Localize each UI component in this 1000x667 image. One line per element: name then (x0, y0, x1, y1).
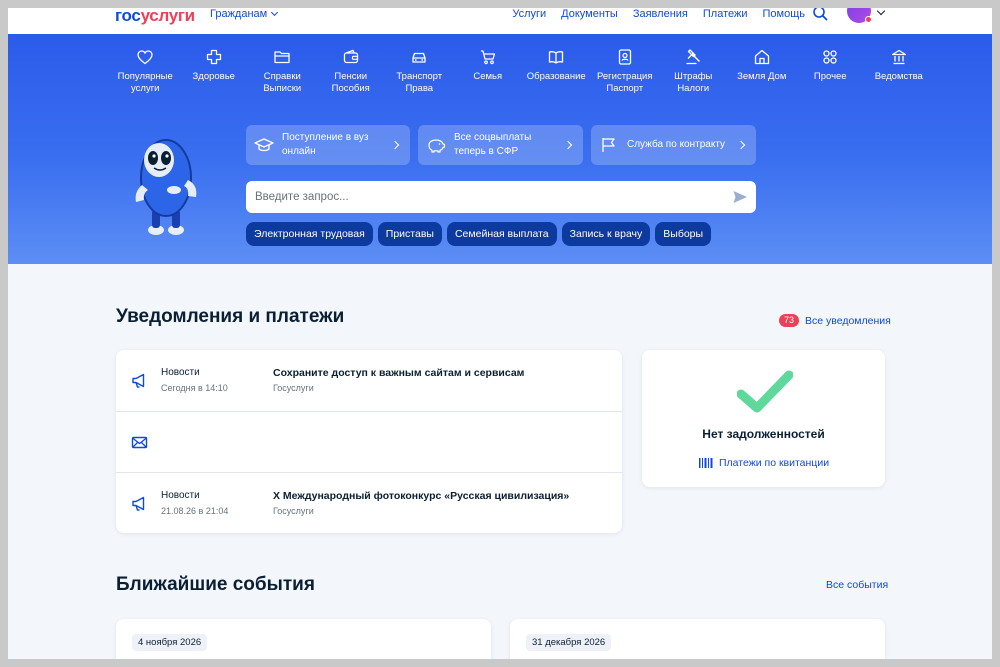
chip-elections[interactable]: Выборы (655, 222, 712, 246)
health-cross-icon (205, 48, 223, 66)
grid-icon (821, 48, 839, 66)
nav-applications[interactable]: Заявления (633, 8, 688, 20)
megaphone-icon (132, 496, 145, 511)
graduation-cap-icon (254, 138, 274, 152)
wallet-icon (342, 48, 360, 66)
quick-link-social-payments[interactable]: Все соцвыплаты теперь в СФР (418, 125, 583, 165)
chip-family-payment[interactable]: Семейная выплата (446, 222, 557, 246)
notifications-list: Новости Сегодня в 14:10 Сохраните доступ… (116, 350, 622, 533)
event-card[interactable]: 31 декабря 2026 (510, 619, 885, 659)
chip-bailiffs[interactable]: Приставы (377, 222, 442, 246)
search-bar (246, 181, 756, 213)
chevron-down-icon (271, 8, 279, 17)
book-icon (547, 48, 565, 66)
building-icon (890, 48, 908, 66)
category-health[interactable]: Здоровье (180, 48, 249, 95)
category-other[interactable]: Прочее (796, 48, 865, 95)
hero-banner: Популярные услуги Здоровье Справки Выписки… (8, 34, 992, 264)
events-section-title: Ближайшие события (116, 574, 315, 595)
gavel-icon (684, 48, 702, 66)
send-icon[interactable] (732, 189, 748, 205)
chevron-right-icon (563, 140, 573, 150)
category-certificates[interactable]: Справки Выписки (248, 48, 317, 95)
nav-documents[interactable]: Документы (561, 8, 618, 20)
quick-link-university-admission[interactable]: Поступление в вуз онлайн (246, 125, 410, 165)
gosuslugi-logo[interactable]: госуслуги (115, 8, 195, 26)
category-departments[interactable]: Ведомства (865, 48, 934, 95)
debt-status-card: Нет задолженностей Платежи по квитанции (642, 350, 885, 487)
envelope-icon (131, 436, 148, 449)
top-header: госуслуги Гражданам Услуги Документы Зая… (8, 8, 992, 34)
nav-services[interactable]: Услуги (512, 8, 546, 20)
event-card[interactable]: 4 ноября 2026 (116, 619, 491, 659)
top-navigation: Услуги Документы Заявления Платежи Помощ… (512, 8, 805, 20)
stroller-icon (479, 48, 497, 66)
piggy-bank-icon (428, 139, 446, 153)
notification-dot (865, 16, 872, 23)
page-frame: госуслуги Гражданам Услуги Документы Зая… (8, 8, 992, 659)
popular-requests: Электронная трудовая Приставы Семейная в… (246, 222, 712, 246)
search-icon[interactable] (812, 8, 828, 21)
category-transport[interactable]: Транспорт Права (385, 48, 454, 95)
all-events-link[interactable]: Все события (826, 579, 888, 591)
category-fines[interactable]: Штрафы Налоги (659, 48, 728, 95)
barcode-icon (699, 458, 713, 468)
chevron-right-icon (390, 140, 400, 150)
notification-count-badge: 73 (779, 314, 800, 327)
chevron-right-icon (736, 140, 746, 150)
flag-icon (602, 138, 615, 152)
search-input[interactable] (246, 181, 716, 213)
nav-help[interactable]: Помощь (763, 8, 806, 20)
heart-icon (136, 48, 154, 66)
house-icon (753, 48, 771, 66)
chip-doctor-appointment[interactable]: Запись к врачу (561, 222, 651, 246)
audience-selector[interactable]: Гражданам (210, 8, 279, 20)
user-avatar[interactable] (847, 8, 872, 23)
no-debts-text: Нет задолженностей (702, 427, 825, 441)
category-education[interactable]: Образование (522, 48, 591, 95)
category-popular[interactable]: Популярные услуги (111, 48, 180, 95)
category-pensions[interactable]: Пенсии Пособия (317, 48, 386, 95)
nav-payments[interactable]: Платежи (703, 8, 748, 20)
all-notifications-link[interactable]: 73 Все уведомления (779, 314, 891, 327)
chevron-down-icon[interactable] (876, 8, 886, 16)
notification-item[interactable]: Новости Сегодня в 14:10 Сохраните доступ… (116, 350, 622, 411)
category-land-house[interactable]: Земля Дом (728, 48, 797, 95)
mascot-robot-image (135, 139, 197, 235)
notification-item[interactable] (116, 411, 622, 472)
category-family[interactable]: Семья (454, 48, 523, 95)
category-registration[interactable]: Регистрация Паспорт (591, 48, 660, 95)
passport-icon (616, 48, 634, 66)
event-date-badge: 4 ноября 2026 (132, 634, 208, 651)
check-mark-icon (737, 370, 793, 413)
chip-electronic-workbook[interactable]: Электронная трудовая (246, 222, 373, 246)
notification-item[interactable]: Новости 21.08.26 в 21:04 X Международный… (116, 472, 622, 533)
category-menu: Популярные услуги Здоровье Справки Выписки… (111, 48, 933, 95)
car-icon (410, 48, 428, 66)
quick-link-contract-service[interactable]: Служба по контракту (591, 125, 756, 165)
folder-icon (273, 48, 291, 66)
megaphone-icon (132, 373, 145, 388)
notifications-section-title: Уведомления и платежи (116, 306, 345, 327)
event-date-badge: 31 декабря 2026 (526, 634, 612, 651)
receipt-payments-link[interactable]: Платежи по квитанции (699, 457, 829, 469)
